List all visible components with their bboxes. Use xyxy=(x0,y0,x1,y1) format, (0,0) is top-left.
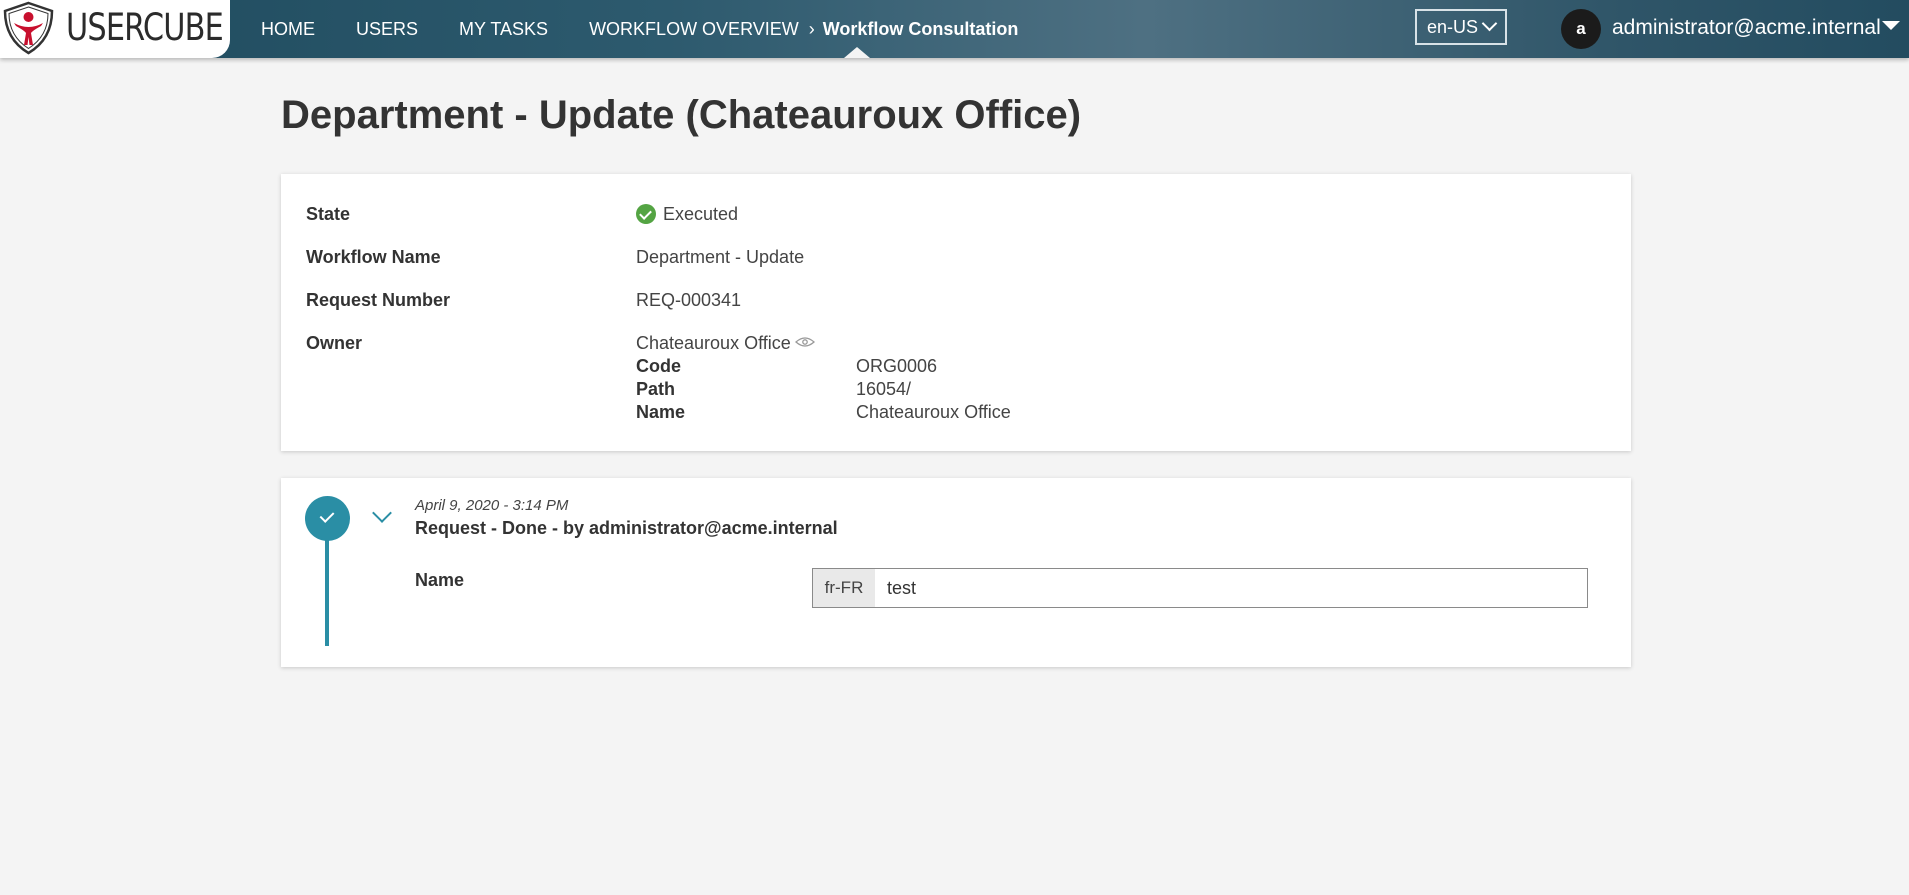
page-title: Department - Update (Chateauroux Office) xyxy=(281,93,1082,137)
caret-down-icon[interactable] xyxy=(1882,21,1900,30)
owner-label: Owner xyxy=(306,333,363,353)
check-icon xyxy=(305,496,350,541)
owner-code-value: ORG0006 xyxy=(856,356,938,376)
nav-home[interactable]: HOME xyxy=(261,19,315,40)
top-navigation-bar: USERCUBE HOME USERS MY TASKS WORKFLOW OV… xyxy=(0,0,1909,58)
timeline-entry-title: Request - Done - by administrator@acme.i… xyxy=(415,518,838,538)
eye-icon[interactable] xyxy=(795,336,815,348)
timeline-line xyxy=(325,528,329,646)
active-nav-pointer xyxy=(844,47,870,58)
workflow-details-card: State Executed Workflow Name Department … xyxy=(281,174,1631,451)
chevron-down-icon xyxy=(1481,15,1498,32)
owner-value[interactable]: Chateauroux Office xyxy=(636,333,791,354)
name-field: fr-FR xyxy=(812,568,1588,608)
name-field-label: Name xyxy=(415,570,465,590)
check-circle-icon xyxy=(636,204,656,224)
request-number-value: REQ-000341 xyxy=(636,290,742,310)
request-number-label: Request Number xyxy=(306,290,451,310)
nav-my-tasks[interactable]: MY TASKS xyxy=(459,19,548,40)
workflow-timeline-card: April 9, 2020 - 3:14 PM Request - Done -… xyxy=(281,478,1631,667)
locale-badge: fr-FR xyxy=(813,569,875,607)
chevron-right-icon: › xyxy=(808,18,815,39)
state-label: State xyxy=(306,204,351,224)
avatar[interactable]: a xyxy=(1561,9,1601,49)
owner-code-label: Code xyxy=(636,356,681,376)
logo-text: USERCUBE xyxy=(66,6,224,49)
language-select[interactable]: en-US xyxy=(1415,9,1507,45)
nav-workflow-consultation: Workflow Consultation xyxy=(822,18,1019,39)
name-input[interactable] xyxy=(875,569,1587,607)
nav-workflow-overview[interactable]: WORKFLOW OVERVIEW xyxy=(589,19,799,40)
owner-name-value: Chateauroux Office xyxy=(856,402,1011,422)
user-menu[interactable]: administrator@acme.internal xyxy=(1612,16,1881,40)
chevron-down-icon[interactable] xyxy=(372,503,392,523)
owner-path-label: Path xyxy=(636,379,676,399)
usercube-logo-icon xyxy=(3,1,54,55)
nav-users[interactable]: USERS xyxy=(356,19,418,40)
logo[interactable]: USERCUBE xyxy=(0,0,230,58)
owner-path-value: 16054/ xyxy=(856,379,912,399)
main-nav: HOME USERS MY TASKS WORKFLOW OVERVIEW › … xyxy=(261,0,1018,58)
workflow-name-label: Workflow Name xyxy=(306,247,441,267)
workflow-name-value: Department - Update xyxy=(636,247,805,267)
owner-name-label: Name xyxy=(636,402,686,422)
timeline-entry-date: April 9, 2020 - 3:14 PM xyxy=(415,497,569,514)
state-value: Executed xyxy=(663,204,739,224)
language-value: en-US xyxy=(1427,17,1479,37)
